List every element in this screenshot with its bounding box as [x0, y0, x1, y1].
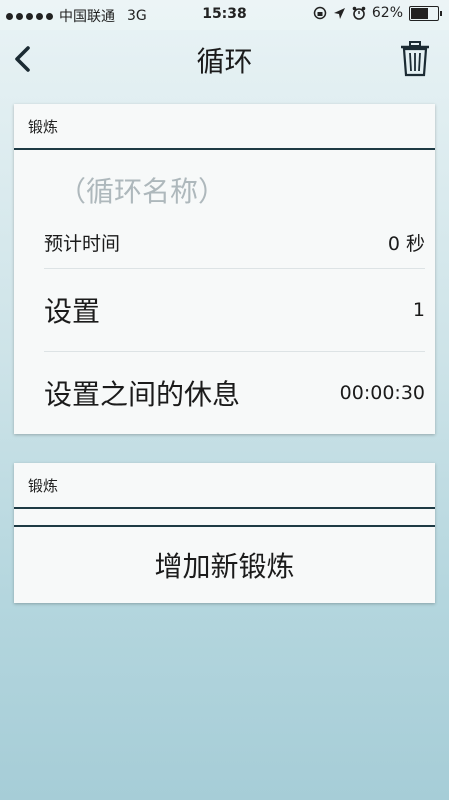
exercises-card: 锻炼 增加新锻炼	[14, 463, 435, 603]
rest-between-sets-row[interactable]: 设置之间的休息 00:00:30	[44, 352, 425, 434]
section-header: 锻炼	[14, 463, 435, 509]
add-exercise-button[interactable]: 增加新锻炼	[14, 527, 435, 603]
estimated-time-row: 预计时间 0 秒	[44, 216, 425, 268]
sets-row[interactable]: 设置 1	[44, 269, 425, 351]
rest-between-sets-value: 00:00:30	[339, 382, 425, 404]
sets-label: 设置	[44, 295, 101, 328]
alarm-icon	[352, 6, 366, 20]
nav-bar: 循环	[0, 30, 449, 88]
circuit-name-input[interactable]: （循环名称）	[14, 150, 435, 216]
rest-between-sets-label: 设置之间的休息	[44, 378, 241, 411]
divider	[14, 509, 435, 527]
status-bar: 中国联通 3G 15:38 62%	[0, 0, 449, 30]
trash-icon[interactable]	[399, 40, 431, 78]
rotation-lock-icon	[313, 6, 327, 20]
circuit-card: 锻炼 （循环名称） 预计时间 0 秒 设置 1 设置之间的休息 00:00:30	[14, 104, 435, 434]
page-title: 循环	[196, 45, 253, 78]
status-right: 62%	[313, 5, 442, 21]
section-header: 锻炼	[14, 104, 435, 150]
estimated-time-value: 0 秒	[387, 232, 425, 255]
battery-icon	[409, 5, 442, 21]
battery-percent: 62%	[371, 5, 403, 21]
estimated-time-label: 预计时间	[44, 232, 121, 255]
sets-value: 1	[412, 299, 425, 321]
location-icon	[333, 7, 345, 19]
